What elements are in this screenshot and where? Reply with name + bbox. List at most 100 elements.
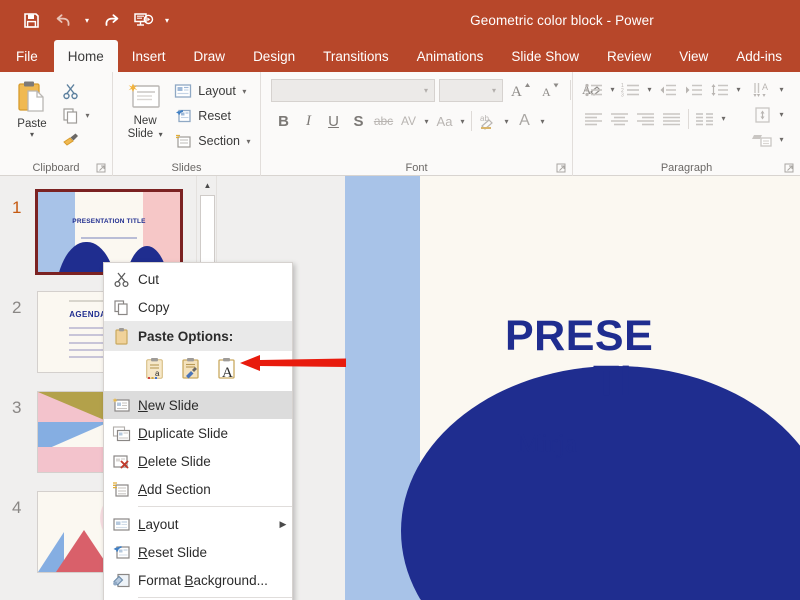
context-menu-item-layout[interactable]: Layout ▶: [104, 510, 292, 538]
layout-label: Layout: [198, 84, 236, 98]
bullets-icon[interactable]: [581, 78, 607, 102]
thumbnail-number-4: 4: [12, 498, 21, 518]
text-shadow-button[interactable]: S: [346, 109, 371, 133]
italic-button[interactable]: I: [296, 109, 321, 133]
align-center-icon[interactable]: [607, 107, 633, 131]
align-right-icon[interactable]: [633, 107, 659, 131]
increase-font-size-icon[interactable]: A: [507, 78, 533, 102]
text-highlight-color-icon[interactable]: ab: [475, 109, 501, 133]
tab-add-ins[interactable]: Add-ins: [722, 40, 796, 72]
underline-button[interactable]: U: [321, 109, 346, 133]
paste-keep-text-only-icon[interactable]: A: [216, 357, 238, 386]
redo-icon[interactable]: [96, 7, 126, 33]
context-menu-item-add-section[interactable]: Add Section: [104, 475, 292, 503]
line-spacing-icon[interactable]: [707, 78, 733, 102]
start-presentation-icon[interactable]: [128, 7, 158, 33]
context-menu-item-new-slide[interactable]: New Slide: [104, 391, 292, 419]
svg-text:3: 3: [621, 92, 624, 98]
clipboard-dialog-launcher-icon[interactable]: [96, 163, 107, 174]
justify-icon[interactable]: [659, 107, 685, 131]
context-menu-item-duplicate-slide[interactable]: Duplicate Slide: [104, 419, 292, 447]
font-color-button[interactable]: A: [512, 109, 537, 133]
paragraph-dialog-launcher-icon[interactable]: [784, 163, 795, 174]
undo-dropdown-icon[interactable]: ▾: [80, 7, 94, 33]
context-menu-item-delete-slide[interactable]: Delete Slide: [104, 447, 292, 475]
reset-slide-icon: [104, 538, 138, 566]
align-left-icon[interactable]: [581, 107, 607, 131]
clipboard-options-dropdown-icon[interactable]: ▾: [82, 111, 93, 120]
tab-insert[interactable]: Insert: [118, 40, 180, 72]
undo-icon[interactable]: [48, 7, 78, 33]
font-dialog-launcher-icon[interactable]: [556, 163, 567, 174]
section-label: Section: [198, 134, 240, 148]
svg-text:a: a: [155, 369, 160, 378]
ribbon-group-font: ▾ ▾ A A A B I U S: [260, 72, 572, 176]
customize-quick-access-toolbar-icon[interactable]: ▾: [160, 7, 174, 33]
decrease-font-size-icon[interactable]: A: [537, 78, 563, 102]
text-direction-dropdown-icon[interactable]: ▾: [776, 85, 787, 94]
change-case-dropdown-icon[interactable]: ▾: [457, 117, 468, 126]
clipboard-icon: [104, 322, 138, 350]
line-spacing-dropdown-icon[interactable]: ▾: [733, 85, 744, 94]
text-highlight-dropdown-icon[interactable]: ▾: [501, 117, 512, 126]
tab-transitions[interactable]: Transitions: [309, 40, 403, 72]
font-name-input[interactable]: ▾: [271, 79, 435, 102]
tab-review[interactable]: Review: [593, 40, 665, 72]
tab-animations[interactable]: Animations: [403, 40, 498, 72]
cut-icon[interactable]: [58, 80, 82, 102]
tab-slide-show[interactable]: Slide Show: [497, 40, 593, 72]
format-painter-icon[interactable]: [58, 128, 82, 150]
character-spacing-dropdown-icon[interactable]: ▾: [421, 117, 432, 126]
paste-keep-source-formatting-icon[interactable]: a: [144, 357, 166, 386]
decrease-indent-icon[interactable]: [655, 78, 681, 102]
change-case-button[interactable]: Aa: [432, 109, 457, 133]
bullets-dropdown-icon[interactable]: ▾: [607, 85, 618, 94]
tab-view[interactable]: View: [665, 40, 722, 72]
align-text-icon[interactable]: [750, 103, 776, 127]
section-button[interactable]: Section ▾: [171, 129, 254, 153]
increase-indent-icon[interactable]: [681, 78, 707, 102]
save-icon[interactable]: [16, 7, 46, 33]
character-spacing-button[interactable]: AV: [396, 109, 421, 133]
context-menu-separator-2: [138, 597, 292, 598]
thumbnail-preview-1[interactable]: PRESENTATION TITLE: [38, 192, 180, 272]
font-color-dropdown-icon[interactable]: ▾: [537, 117, 548, 126]
context-menu-label-reset-slide: Reset Slide: [138, 545, 292, 560]
paste-label: Paste: [17, 118, 46, 130]
svg-text:A: A: [762, 82, 768, 92]
numbering-dropdown-icon[interactable]: ▾: [644, 85, 655, 94]
convert-to-smartart-dropdown-icon[interactable]: ▾: [776, 135, 787, 144]
align-text-dropdown-icon[interactable]: ▾: [776, 110, 787, 119]
context-menu-label-new-slide: New Slide: [138, 398, 292, 413]
layout-dropdown-icon[interactable]: ▾: [239, 87, 250, 96]
tab-file[interactable]: File: [0, 40, 54, 72]
copy-icon[interactable]: [58, 104, 82, 126]
context-menu-item-reset-slide[interactable]: Reset Slide: [104, 538, 292, 566]
text-direction-icon[interactable]: A: [750, 78, 776, 102]
paste-use-destination-theme-icon[interactable]: [180, 357, 202, 386]
context-menu-item-cut[interactable]: Cut: [104, 265, 292, 293]
tab-design[interactable]: Design: [239, 40, 309, 72]
slide-subtitle-placeholder[interactable]: Mirja: [517, 428, 800, 459]
paste-dropdown-icon[interactable]: ▾: [30, 131, 34, 139]
columns-dropdown-icon[interactable]: ▾: [718, 114, 729, 123]
numbering-icon[interactable]: 123: [618, 78, 644, 102]
tab-home[interactable]: Home: [54, 40, 118, 72]
strikethrough-button[interactable]: abc: [371, 109, 396, 133]
font-size-input[interactable]: ▾: [439, 79, 503, 102]
reset-button[interactable]: Reset: [171, 104, 254, 128]
paste-button[interactable]: Paste ▾: [6, 77, 58, 139]
context-menu-item-copy[interactable]: Copy: [104, 293, 292, 321]
context-menu-item-format-background[interactable]: Format Background...: [104, 566, 292, 594]
tab-draw[interactable]: Draw: [180, 40, 240, 72]
layout-button[interactable]: Layout ▾: [171, 79, 254, 103]
new-slide-button[interactable]: New Slide ▾: [119, 77, 171, 141]
bold-button[interactable]: B: [271, 109, 296, 133]
section-dropdown-icon[interactable]: ▾: [243, 137, 254, 146]
slide-title-placeholder[interactable]: PRESE TI: [505, 314, 800, 404]
columns-icon[interactable]: [692, 107, 718, 131]
convert-to-smartart-icon[interactable]: [750, 128, 776, 152]
scroll-up-icon[interactable]: ▲: [197, 176, 218, 194]
current-slide-canvas[interactable]: PRESE TI Mirja: [345, 176, 800, 600]
context-menu-label-paste-options: Paste Options:: [138, 329, 292, 344]
